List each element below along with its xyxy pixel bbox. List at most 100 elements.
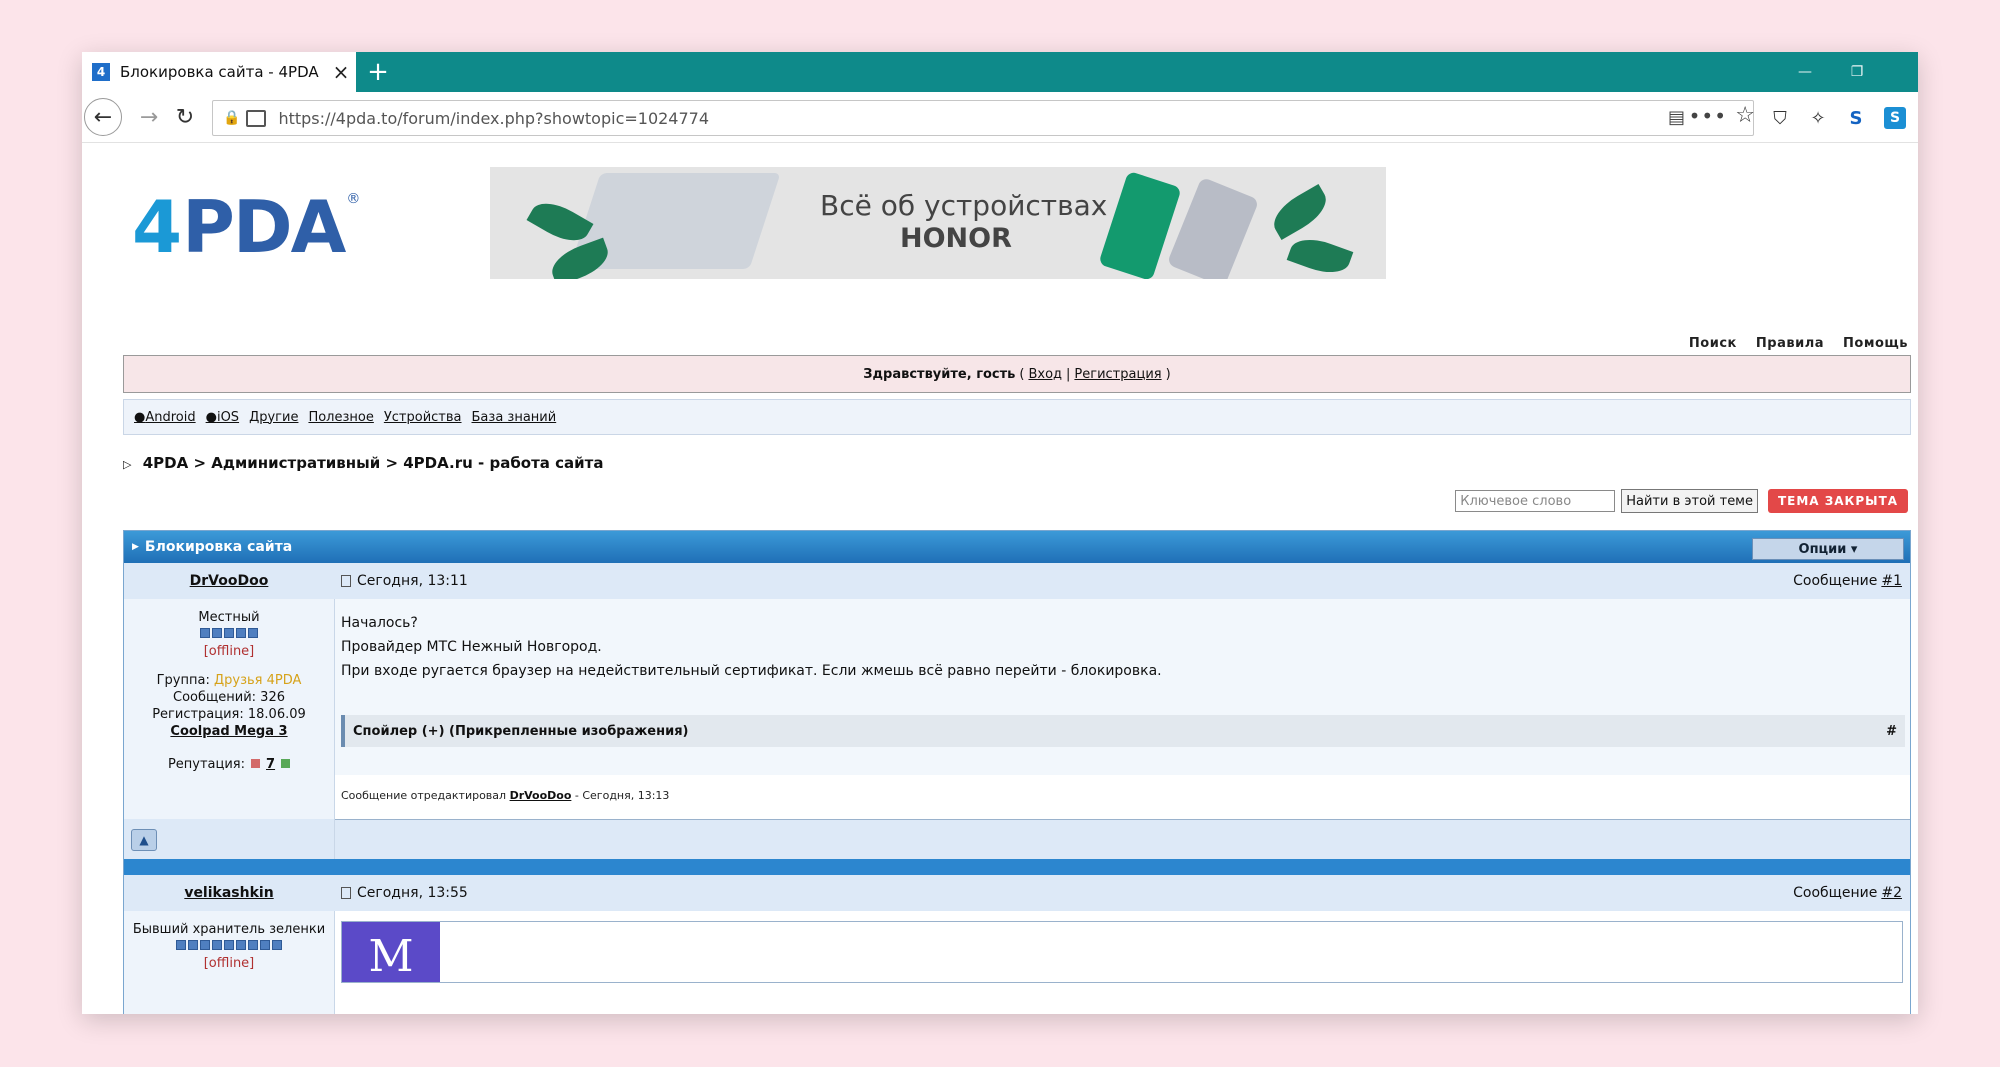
site-logo[interactable]: 4 PDA ®	[132, 191, 360, 263]
rank-pip	[272, 940, 282, 950]
author-status: [offline]	[203, 956, 255, 971]
android-icon: ●	[134, 409, 146, 425]
post-line: Провайдер МТС Нежный Новгород.	[341, 639, 602, 655]
lock-icon[interactable]: 🔒	[223, 110, 240, 126]
author-device-link[interactable]: Coolpad Mega 3	[124, 723, 334, 740]
extension-s-icon[interactable]: S	[1842, 104, 1870, 132]
post-icon	[341, 887, 351, 899]
topic-search-row: Ключевое слово Найти в этой теме ТЕМА ЗА…	[1455, 489, 1908, 513]
spoiler-toggle[interactable]: Спойлер (+) (Прикрепленные изображения) …	[341, 715, 1905, 747]
banner-brand: HONOR	[900, 223, 1012, 254]
reputation-label: Репутация:	[167, 757, 246, 772]
breadcrumb-item-forum[interactable]: 4PDA.ru - работа сайта	[403, 454, 603, 472]
rank-pip	[200, 628, 210, 638]
edited-by-link[interactable]: DrVooDoo	[510, 789, 572, 802]
other-link[interactable]: Другие	[249, 410, 298, 425]
post-number-label: Сообщение	[1793, 573, 1878, 589]
ios-link[interactable]: ●iOS	[206, 410, 239, 425]
tab-active[interactable]: 4 Блокировка сайта - 4PDA ×	[82, 52, 356, 92]
reader-view-icon[interactable]: ▤	[1668, 107, 1685, 128]
tab-bar: 4 Блокировка сайта - 4PDA × + — ❐	[82, 52, 1918, 92]
register-link[interactable]: Регистрация	[1074, 367, 1161, 382]
post-date: Сегодня, 13:11	[341, 563, 468, 599]
url-text[interactable]: https://4pda.to/forum/index.php?showtopi…	[278, 109, 709, 128]
author-name-link[interactable]: DrVooDoo	[124, 563, 334, 599]
embedded-content-block[interactable]: M	[341, 921, 1903, 983]
post-number-label: Сообщение	[1793, 885, 1878, 901]
rank-pip	[248, 628, 258, 638]
ad-banner[interactable]: Всё об устройствах HONOR	[490, 167, 1386, 279]
edited-note: Сообщение отредактировал DrVooDoo - Сего…	[341, 789, 669, 802]
breadcrumb-item-4pda[interactable]: 4PDA	[143, 454, 189, 472]
post-date-text: Сегодня, 13:11	[357, 573, 468, 589]
close-tab-icon[interactable]: ×	[326, 60, 356, 84]
devices-link[interactable]: Устройства	[384, 410, 462, 425]
breadcrumb: ▷ 4PDA > Административный > 4PDA.ru - ра…	[123, 454, 603, 472]
new-tab-button[interactable]: +	[358, 52, 398, 92]
m-logo-icon: M	[342, 922, 440, 982]
post-footer-bar	[124, 819, 1910, 860]
topic-closed-button[interactable]: ТЕМА ЗАКРЫТА	[1768, 489, 1908, 513]
shield-icon[interactable]: ⛉	[1766, 104, 1794, 132]
author-rank: Местный	[198, 610, 260, 625]
breadcrumb-separator: >	[385, 454, 399, 472]
help-link[interactable]: Помощь	[1843, 336, 1908, 351]
reload-icon[interactable]: ↻	[166, 98, 204, 136]
welcome-close-paren: )	[1165, 366, 1171, 382]
spoiler-hash[interactable]: #	[1886, 724, 1897, 739]
search-link[interactable]: Поиск	[1689, 336, 1737, 351]
reputation-value[interactable]: 7	[266, 757, 275, 772]
post-number-link[interactable]: #2	[1881, 885, 1902, 901]
author-registered: Регистрация: 18.06.09	[152, 707, 306, 722]
author-rank: Бывший хранитель зеленки	[132, 922, 326, 937]
extension-skype-icon[interactable]: S	[1884, 107, 1906, 129]
image-permission-icon[interactable]	[246, 109, 267, 127]
restore-button[interactable]: ❐	[1834, 52, 1880, 92]
reputation-minus-icon[interactable]	[251, 759, 261, 768]
reputation-plus-icon[interactable]	[281, 759, 291, 768]
rank-pip	[224, 628, 234, 638]
rank-pip	[260, 940, 270, 950]
knowledge-base-link[interactable]: База знаний	[472, 410, 557, 425]
bookmark-star-icon[interactable]: ☆	[1735, 103, 1755, 128]
options-button[interactable]: Опции ▾	[1752, 538, 1904, 560]
find-in-topic-button[interactable]: Найти в этой теме	[1621, 489, 1758, 513]
edited-suffix: - Сегодня, 13:13	[574, 789, 670, 802]
android-link[interactable]: ●Android	[134, 410, 196, 425]
forward-arrow-icon[interactable]: →	[130, 98, 168, 136]
rank-pip	[248, 940, 258, 950]
author-messages: Сообщений: 326	[173, 690, 285, 705]
page-actions-menu-icon[interactable]: •••	[1689, 104, 1727, 128]
keyword-search-input[interactable]: Ключевое слово	[1455, 490, 1616, 512]
post-icon	[341, 575, 351, 587]
topic-header: ▶ Блокировка сайта Опции ▾	[124, 531, 1910, 563]
login-link[interactable]: Вход	[1028, 367, 1062, 382]
breadcrumb-separator: >	[193, 454, 207, 472]
post-date: Сегодня, 13:55	[341, 875, 468, 911]
author-name-link[interactable]: velikashkin	[124, 875, 334, 911]
rules-link[interactable]: Правила	[1756, 336, 1824, 351]
post-number-link[interactable]: #1	[1881, 573, 1902, 589]
arrow-right-icon: ▶	[132, 542, 139, 552]
topic-title: Блокировка сайта	[144, 539, 293, 555]
breadcrumb-item-admin[interactable]: Административный	[211, 454, 380, 472]
logo-pda: PDA	[182, 185, 346, 269]
phone-image	[1166, 176, 1260, 279]
category-bar: ●Android ●iOS Другие Полезное Устройства…	[123, 399, 1911, 435]
back-arrow-icon[interactable]: ←	[84, 98, 122, 136]
minimize-button[interactable]: —	[1782, 52, 1828, 92]
leaf-decoration	[1266, 184, 1334, 240]
address-bar[interactable]: 🔒 https://4pda.to/forum/index.php?showto…	[212, 100, 1755, 136]
magic-wand-icon[interactable]: ✧	[1804, 104, 1832, 132]
post-number: Сообщение #1	[1793, 563, 1902, 599]
breadcrumb-marker-icon: ▷	[123, 458, 132, 471]
rank-pip	[224, 940, 234, 950]
top-links: Поиск Правила Помощь	[1675, 336, 1908, 351]
rank-pip	[188, 940, 198, 950]
leaf-decoration	[1286, 231, 1354, 279]
welcome-bar: Здравствуйте, гость ( Вход | Регистрация…	[123, 355, 1911, 393]
rank-pip	[212, 628, 222, 638]
scroll-to-top-icon[interactable]: ▲	[131, 829, 157, 851]
useful-link[interactable]: Полезное	[308, 410, 373, 425]
post-number: Сообщение #2	[1793, 875, 1902, 911]
